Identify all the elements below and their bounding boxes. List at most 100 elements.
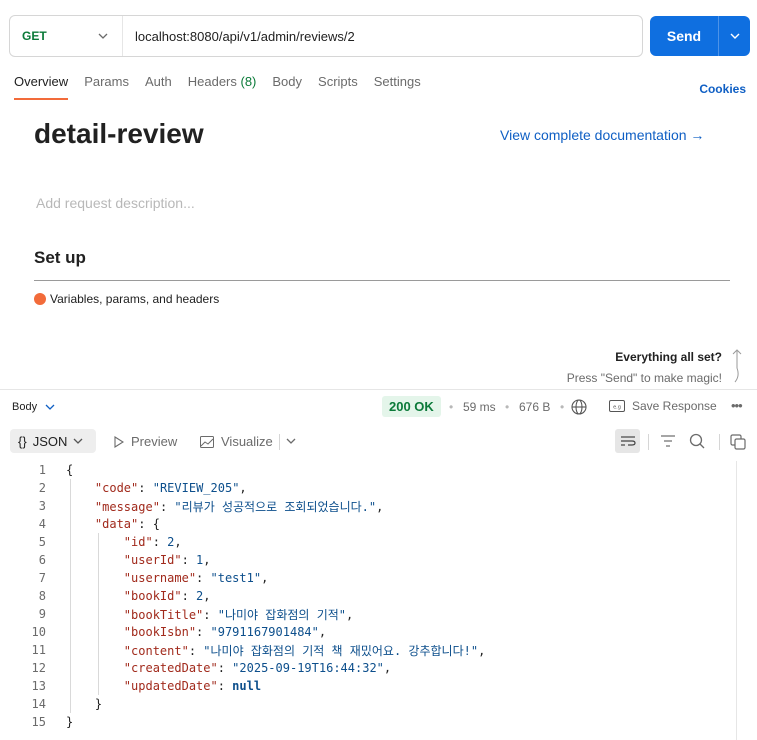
json-value: 1 [196,553,204,567]
code-line: 10 "bookIsbn": "9791167901484", [0,623,740,641]
line-number: 4 [38,517,46,531]
save-response-button[interactable]: e.g Save Response [609,399,717,413]
line-number: 10 [31,625,46,639]
send-options-chevron-icon[interactable] [719,16,750,56]
code-line: 5 "id": 2, [0,533,740,551]
json-key: "bookIsbn" [123,625,197,639]
method-label: GET [22,29,47,43]
image-icon [200,435,214,448]
braces-icon: {} [18,433,27,449]
line-number: 2 [38,481,46,495]
send-label: Send [666,28,702,44]
code-line: 1{ [0,461,740,479]
tab-body[interactable]: Body [272,74,302,100]
wrap-lines-button[interactable] [615,429,640,453]
more-options-icon[interactable]: ••• [731,398,743,413]
globe-icon[interactable] [571,399,587,415]
url-input[interactable]: localhost:8080/api/v1/admin/reviews/2 [123,29,355,44]
code-line: 2 "code": "REVIEW_205", [0,479,740,497]
separator-dot: • [449,400,454,414]
chevron-down-icon [98,30,108,42]
setup-divider [34,280,730,281]
code-line: 14 } [0,695,740,713]
json-value: "나미야 잡화점의 기적" [217,607,346,622]
status-badge[interactable]: 200 OK [382,396,441,417]
response-time[interactable]: 59 ms [463,400,496,414]
json-value: "나미야 잡화점의 기적 책 재밌어요. 강추합니다!" [203,643,479,658]
wrap-lines-icon [620,436,636,446]
line-number: 1 [38,463,46,477]
json-value: 2 [167,535,175,549]
request-tabs: Overview Params Auth Headers (8) Body Sc… [14,74,437,100]
code-line: 12 "createdDate": "2025-09-19T16:44:32", [0,659,740,677]
json-key: "userId" [123,553,182,567]
copy-icon[interactable] [730,434,746,450]
json-key: "message" [94,499,160,514]
filter-icon[interactable] [660,434,676,448]
preview-button[interactable]: Preview [114,434,177,449]
response-bar: Body 200 OK • 59 ms • 676 B • e.g Save R… [0,389,757,423]
separator-dot: • [560,400,565,414]
code-line: 15} [0,713,740,731]
json-key: "bookTitle" [123,607,204,622]
line-number: 6 [38,553,46,567]
code-line: 7 "username": "test1", [0,569,740,587]
code-line: 13 "updatedDate": null [0,677,740,695]
json-value: 2 [196,589,204,603]
response-body-select[interactable]: Body [12,401,55,413]
cookies-link[interactable]: Cookies [699,82,746,96]
allset-title: Everything all set? [615,350,722,364]
chevron-down-icon [45,404,55,410]
json-key: "bookId" [123,589,182,603]
json-value: "REVIEW_205" [152,481,240,495]
tab-settings[interactable]: Settings [374,74,421,100]
line-number: 14 [31,697,46,711]
toolbar-divider [648,434,649,450]
line-number: 8 [38,589,46,603]
view-documentation-link[interactable]: View complete documentation → [500,127,704,143]
chevron-down-icon[interactable] [286,438,296,444]
json-key: "code" [94,481,139,495]
request-title[interactable]: detail-review [34,118,204,150]
description-input[interactable]: Add request description... [36,195,195,211]
code-line: 3 "message": "리뷰가 성공적으로 조회되었습니다.", [0,497,740,515]
tab-params[interactable]: Params [84,74,129,100]
curved-arrow-icon [732,349,742,383]
tab-headers[interactable]: Headers (8) [188,74,257,100]
response-size[interactable]: 676 B [519,400,550,414]
format-select[interactable]: {} JSON [10,429,96,453]
code-line: 11 "content": "나미야 잡화점의 기적 책 재밌어요. 강추합니다… [0,641,740,659]
json-key: "updatedDate" [123,679,218,693]
separator-dot: • [505,400,510,414]
chevron-down-icon [73,438,83,444]
tab-headers-label: Headers [187,74,237,89]
toolbar-divider [719,434,720,450]
response-body-code[interactable]: 1{ 2 "code": "REVIEW_205", 3 "message": … [0,461,740,731]
line-number: 12 [31,661,46,675]
code-line: 6 "userId": 1, [0,551,740,569]
setup-item-variables[interactable]: Variables, params, and headers [34,292,219,306]
tab-auth[interactable]: Auth [145,74,172,100]
visualize-label: Visualize [221,434,273,449]
play-icon [114,435,124,448]
response-toolbar: {} JSON Preview Visualize [0,428,757,456]
json-value: "9791167901484" [210,625,319,639]
vertical-scrollbar[interactable] [736,461,757,740]
json-key: "username" [123,571,197,585]
tab-overview[interactable]: Overview [14,74,69,100]
line-number: 3 [38,499,46,513]
tab-scripts[interactable]: Scripts [318,74,358,100]
json-key: "createdDate" [123,661,218,675]
line-number: 15 [31,715,46,729]
headers-count: (8) [240,74,257,89]
send-button[interactable]: Send [650,16,750,56]
method-select[interactable]: GET [10,16,123,56]
preview-label: Preview [131,434,178,449]
visualize-button[interactable]: Visualize [200,434,273,449]
line-number: 13 [31,679,46,693]
search-icon[interactable] [689,433,705,449]
save-response-icon: e.g [609,400,625,412]
code-line: 9 "bookTitle": "나미야 잡화점의 기적", [0,605,740,623]
setup-heading: Set up [34,248,86,267]
setup-item-label: Variables, params, and headers [50,292,220,306]
